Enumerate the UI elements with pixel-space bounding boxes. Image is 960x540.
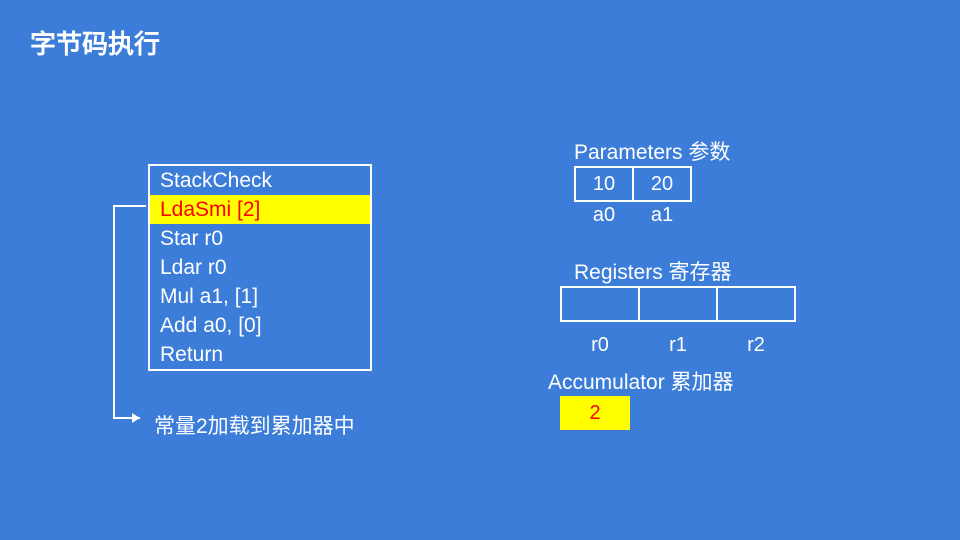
accumulator-label: Accumulator 累加器 — [548, 366, 734, 396]
bytecode-line: LdaSmi [2] — [150, 195, 370, 224]
register-cell — [638, 286, 718, 322]
parameter-cell: 10 — [574, 166, 634, 202]
bytecode-list: StackCheckLdaSmi [2]Star r0Ldar r0Mul a1… — [148, 164, 372, 371]
bytecode-line: Add a0, [0] — [150, 311, 370, 340]
bytecode-line: Return — [150, 340, 370, 369]
registers-table — [560, 286, 796, 322]
registers-names: r0r1r2 — [560, 334, 796, 357]
register-cell — [716, 286, 796, 322]
register-name: r2 — [716, 334, 796, 357]
parameter-name: a1 — [632, 204, 692, 227]
parameters-label: Parameters 参数 — [574, 136, 730, 166]
parameters-table: 1020 — [574, 166, 692, 202]
bytecode-line: Ldar r0 — [150, 253, 370, 282]
register-cell — [560, 286, 640, 322]
annotation-text: 常量2加载到累加器中 — [154, 410, 355, 440]
parameter-cell: 20 — [632, 166, 692, 202]
register-name: r1 — [638, 334, 718, 357]
annotation-arrow — [106, 200, 146, 430]
bytecode-line: StackCheck — [150, 166, 370, 195]
accumulator-value: 2 — [560, 396, 630, 430]
registers-label: Registers 寄存器 — [574, 256, 732, 286]
register-name: r0 — [560, 334, 640, 357]
parameter-name: a0 — [574, 204, 634, 227]
parameters-names: a0a1 — [574, 204, 692, 227]
slide-title: 字节码执行 — [30, 24, 160, 61]
bytecode-line: Star r0 — [150, 224, 370, 253]
bytecode-line: Mul a1, [1] — [150, 282, 370, 311]
